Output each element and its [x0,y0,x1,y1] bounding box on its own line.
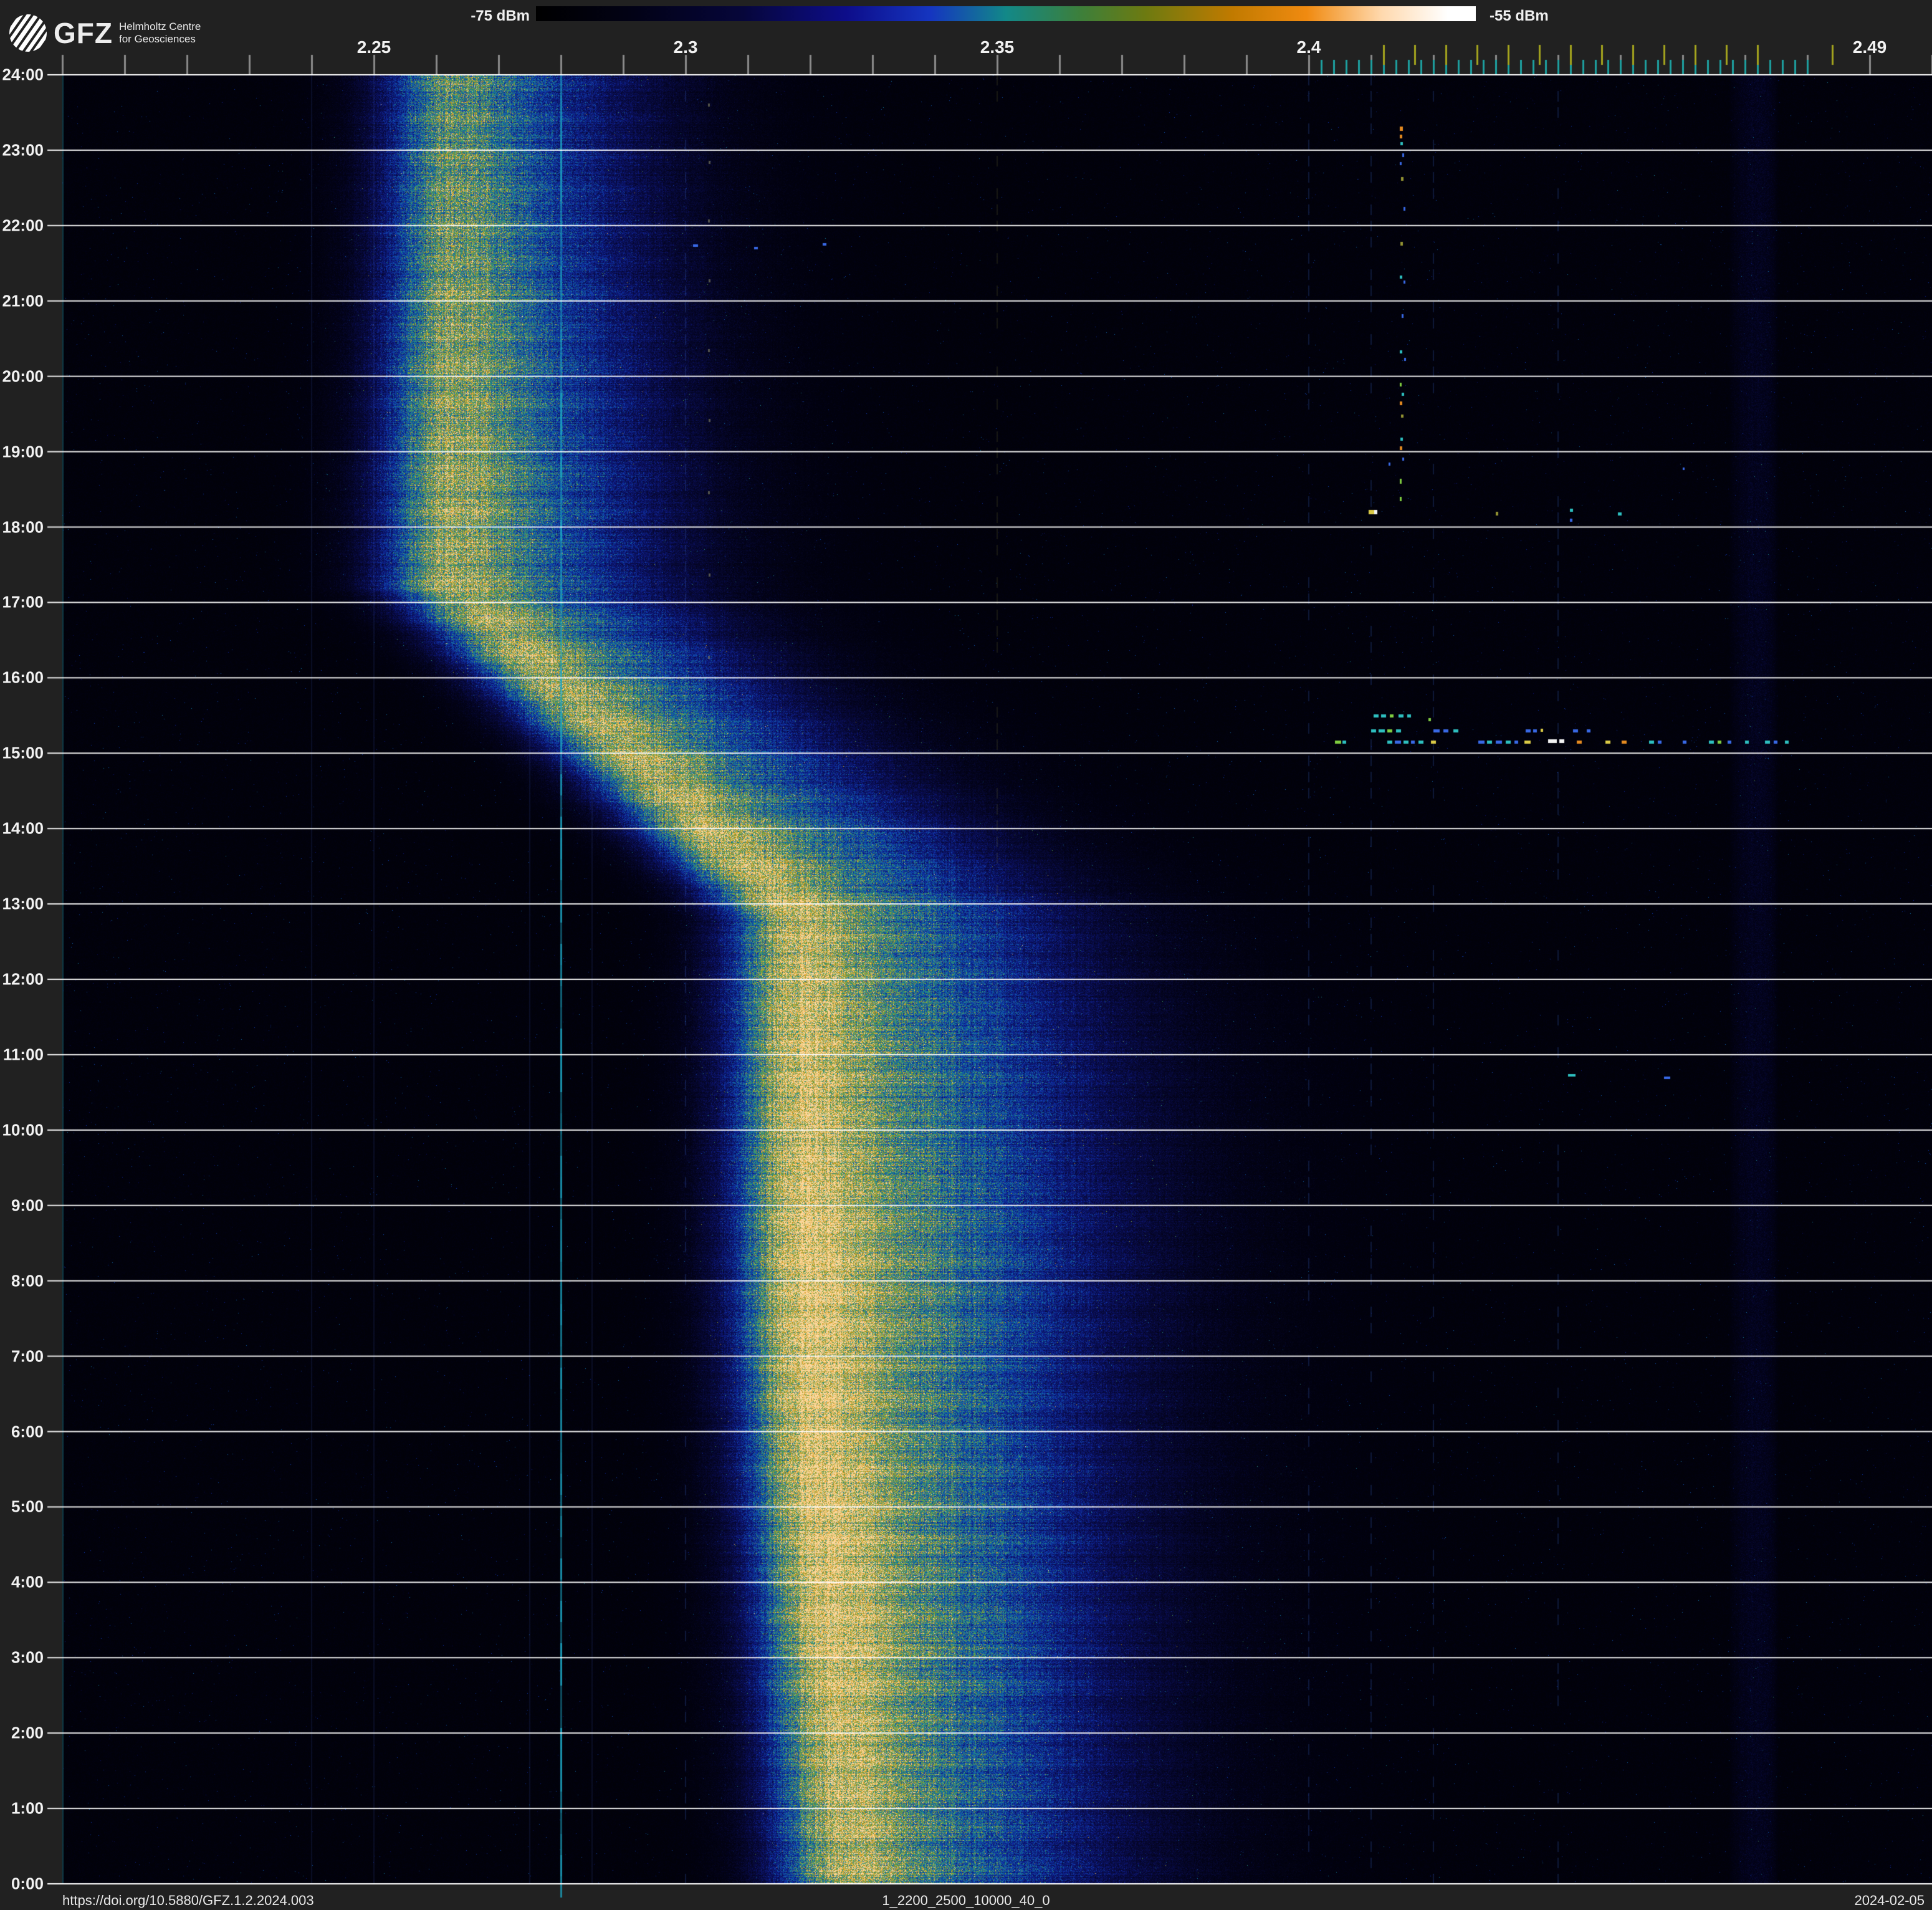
footer-doi: https://doi.org/10.5880/GFZ.1.2.2024.003 [62,1893,314,1908]
time-tick-label: 4:00 [11,1572,44,1591]
time-tick-label: 16:00 [2,668,44,687]
gfz-logo: GFZ Helmholtz Centre for Geosciences [9,14,201,52]
time-tick-label: 7:00 [11,1346,44,1366]
time-tick-label: 3:00 [11,1648,44,1667]
spectrogram-canvas [0,0,1932,1910]
colorbar-gradient [536,6,1476,21]
time-tick-label: 14:00 [2,818,44,838]
time-tick-label: 19:00 [2,442,44,461]
time-tick-label: 15:00 [2,743,44,762]
footer-date: 2024-02-05 [1854,1893,1925,1908]
colorbar-min-label: -75 dBm [471,7,530,24]
time-tick-label: 17:00 [2,592,44,612]
spectrogram-page: GFZ Helmholtz Centre for Geosciences -75… [0,0,1932,1910]
logo-subtitle-line2: for Geosciences [118,33,196,45]
freq-tick-label: 2.35 [980,37,1015,57]
footer-filename: 1_2200_2500_10000_40_0 [882,1893,1050,1908]
time-tick-label: 6:00 [11,1422,44,1441]
time-tick-label: 5:00 [11,1497,44,1516]
logo-subtitle-line1: Helmholtz Centre [118,20,201,32]
time-tick-label: 0:00 [11,1874,44,1893]
time-tick-label: 18:00 [2,517,44,536]
time-tick-label: 10:00 [2,1120,44,1140]
time-tick-label: 23:00 [2,140,44,160]
logo-subtitle: Helmholtz Centre for Geosciences [119,21,201,46]
freq-tick-label: 2.4 [1296,37,1321,57]
time-tick-label: 21:00 [2,291,44,310]
time-tick-label: 9:00 [11,1196,44,1215]
time-tick-label: 13:00 [2,894,44,913]
gfz-globe-icon [9,14,47,52]
time-tick-label: 20:00 [2,367,44,386]
time-tick-label: 24:00 [2,65,44,84]
time-tick-label: 1:00 [11,1798,44,1818]
time-tick-label: 8:00 [11,1271,44,1290]
time-tick-label: 2:00 [11,1723,44,1742]
time-tick-label: 22:00 [2,216,44,235]
freq-tick-label: 2.25 [356,37,391,57]
freq-tick-label: 2.3 [673,37,698,57]
colorbar-max-label: -55 dBm [1490,7,1549,24]
time-tick-label: 11:00 [2,1045,44,1064]
freq-tick-label: 2.49 [1852,37,1887,57]
time-tick-label: 12:00 [2,969,44,989]
logo-acronym: GFZ [54,17,113,49]
